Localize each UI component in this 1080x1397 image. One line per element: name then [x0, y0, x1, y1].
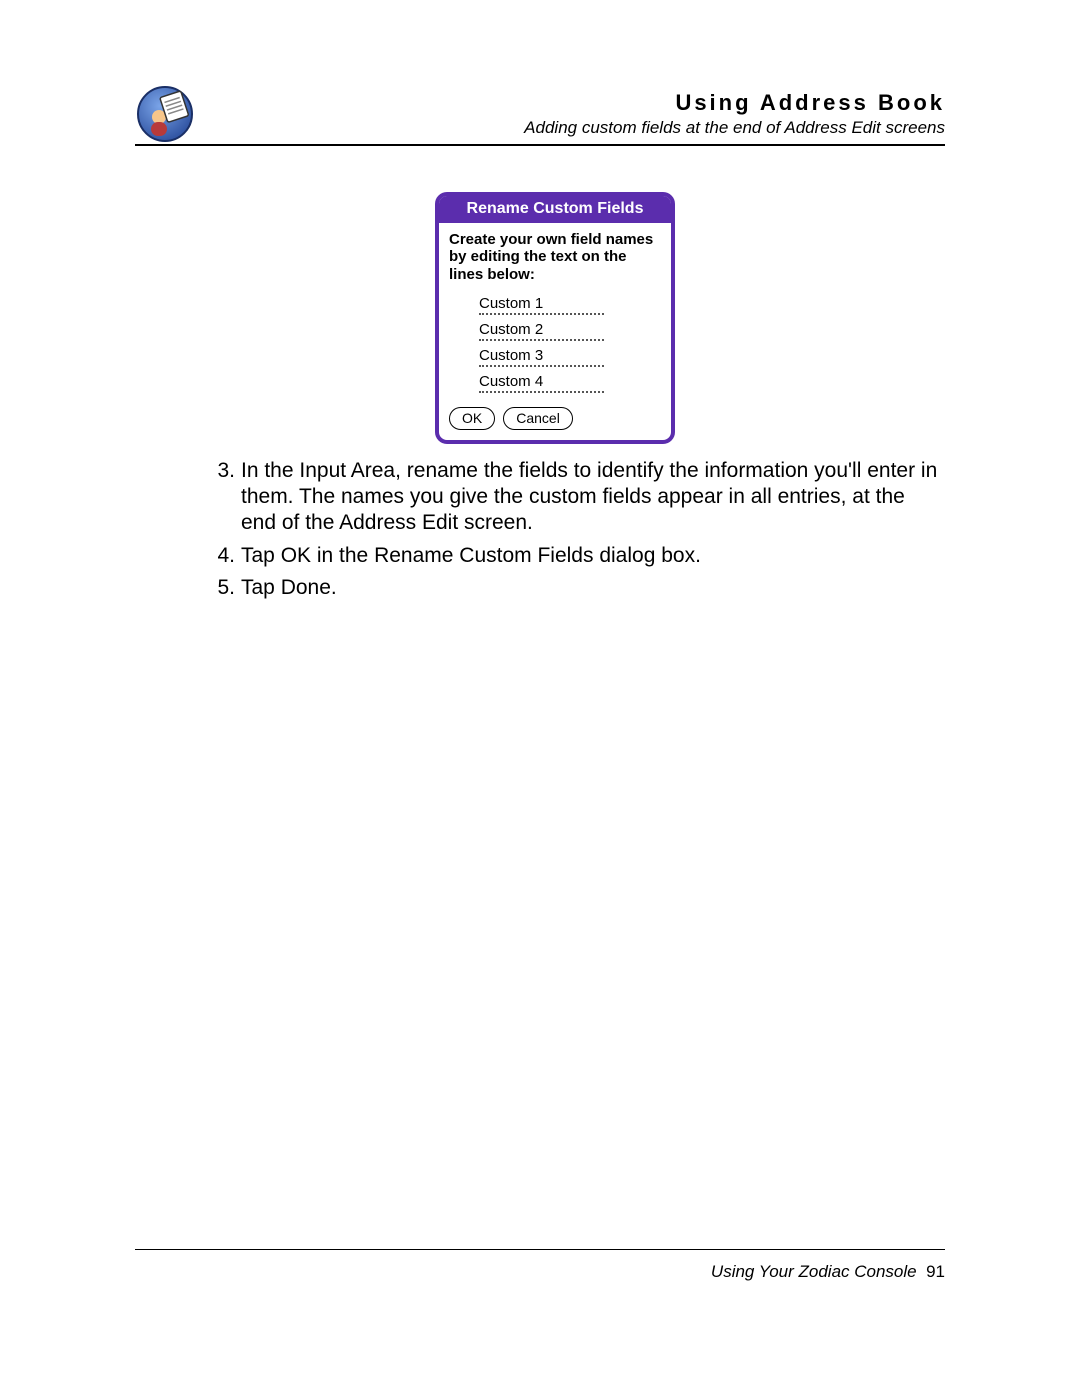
dialog-instruction: Create your own field names by editing t…: [449, 231, 661, 283]
rename-custom-fields-dialog: Rename Custom Fields Create your own fie…: [435, 192, 675, 444]
chapter-title: Using Address Book: [135, 90, 945, 116]
step-text: Tap Done.: [241, 575, 945, 601]
dialog-title: Rename Custom Fields: [439, 196, 671, 223]
ok-button[interactable]: OK: [449, 407, 495, 430]
list-item: 4. Tap OK in the Rename Custom Fields di…: [135, 543, 945, 569]
page-header: Using Address Book Adding custom fields …: [135, 90, 945, 150]
custom-field-input[interactable]: Custom 3: [479, 347, 604, 367]
header-rule: [135, 144, 945, 146]
step-text: In the Input Area, rename the fields to …: [241, 458, 945, 537]
custom-field-input[interactable]: Custom 1: [479, 295, 604, 315]
step-text: Tap OK in the Rename Custom Fields dialo…: [241, 543, 945, 569]
list-item: 5. Tap Done.: [135, 575, 945, 601]
step-number: 4.: [135, 543, 241, 569]
step-number: 5.: [135, 575, 241, 601]
cancel-button[interactable]: Cancel: [503, 407, 573, 430]
page-number: 91: [926, 1262, 945, 1281]
footer-rule: [135, 1249, 945, 1251]
step-number: 3.: [135, 458, 241, 537]
section-title: Adding custom fields at the end of Addre…: [135, 118, 945, 138]
instruction-list: 3. In the Input Area, rename the fields …: [135, 458, 945, 601]
address-book-icon: [135, 84, 195, 144]
custom-field-input[interactable]: Custom 4: [479, 373, 604, 393]
custom-field-input[interactable]: Custom 2: [479, 321, 604, 341]
footer-book-title: Using Your Zodiac Console: [711, 1262, 917, 1281]
page-footer: Using Your Zodiac Console 91: [711, 1262, 945, 1282]
list-item: 3. In the Input Area, rename the fields …: [135, 458, 945, 537]
